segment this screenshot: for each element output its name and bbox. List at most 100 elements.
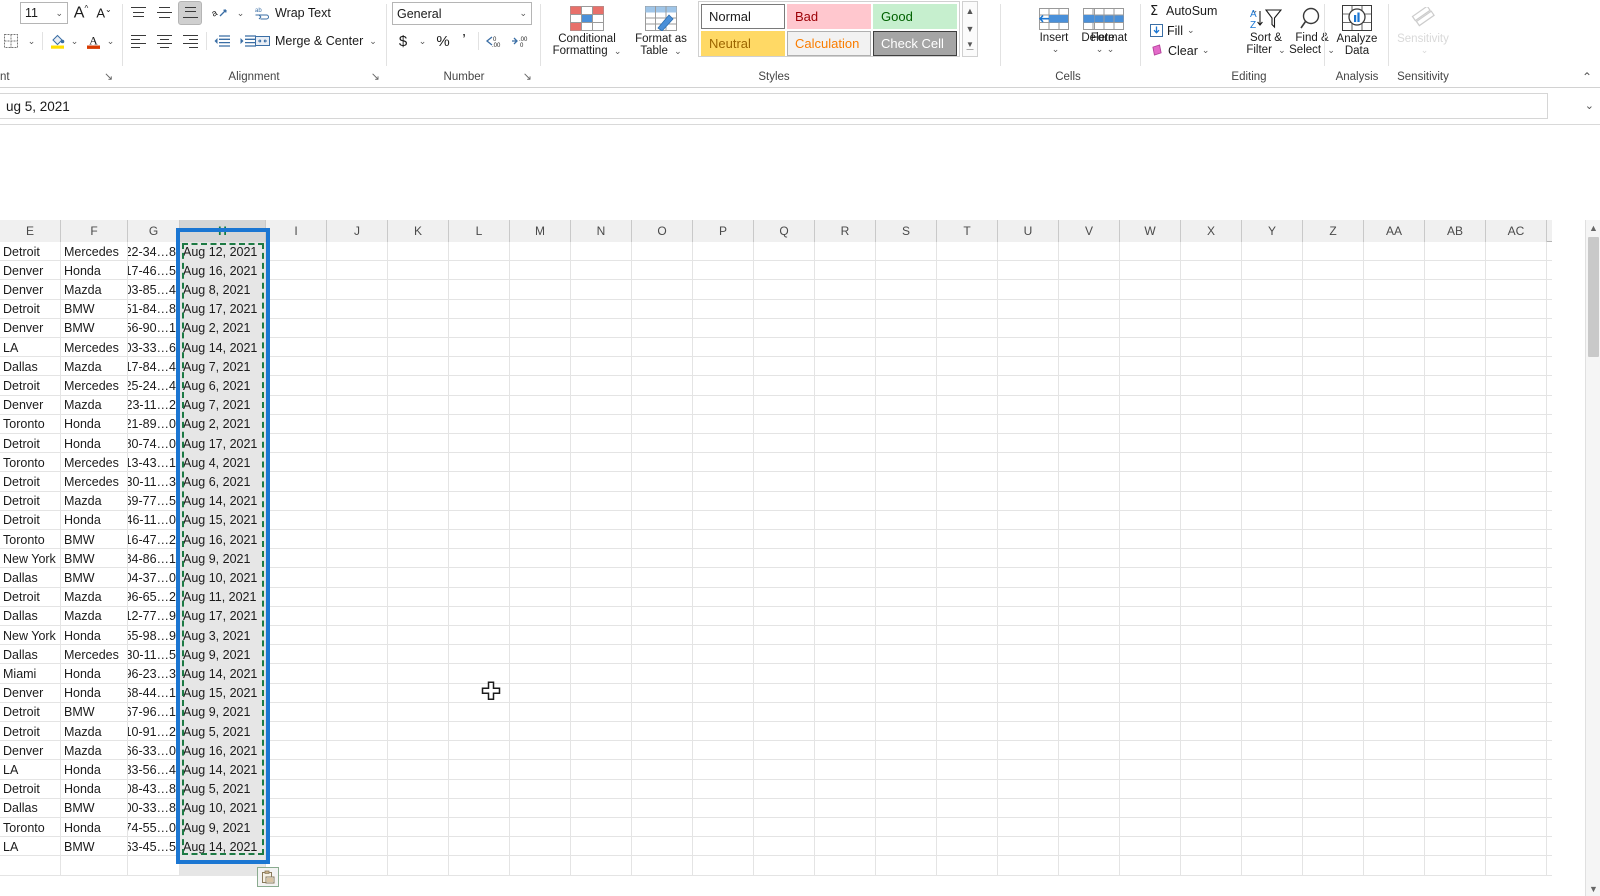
cell-p[interactable] <box>693 760 754 780</box>
cell-p[interactable] <box>693 376 754 396</box>
cell-w[interactable] <box>1120 587 1181 607</box>
cell-aa[interactable] <box>1364 798 1425 818</box>
cell-k[interactable] <box>388 242 449 262</box>
cell-e[interactable] <box>0 856 61 876</box>
table-row[interactable]: vcDetroitHonda1-780-74…0Aug 17, 2021 <box>0 434 1552 454</box>
cell-z[interactable] <box>1303 798 1364 818</box>
cell-v[interactable] <box>1059 683 1120 703</box>
cell-g[interactable]: 1-312-77…9 <box>128 606 180 626</box>
cell-style-normal[interactable]: Normal <box>701 4 785 29</box>
cell-k[interactable] <box>388 818 449 838</box>
cell-n[interactable] <box>571 491 632 511</box>
cell-l[interactable] <box>449 376 510 396</box>
cell-e[interactable]: Miami <box>0 664 61 684</box>
cell-h[interactable]: Aug 15, 2021 <box>180 683 266 703</box>
cell-m[interactable] <box>510 606 571 626</box>
column-header-z[interactable]: Z <box>1303 220 1364 242</box>
cell-x[interactable] <box>1181 779 1242 799</box>
cell-q[interactable] <box>754 606 815 626</box>
cell-o[interactable] <box>632 722 693 742</box>
cell-i[interactable] <box>266 453 327 473</box>
cell-t[interactable] <box>937 414 998 434</box>
table-row[interactable]: r.DetroitBMW1-551-84…8Aug 17, 2021 <box>0 299 1552 319</box>
cell-y[interactable] <box>1242 798 1303 818</box>
cell-ab[interactable] <box>1425 434 1486 454</box>
cell-ac[interactable] <box>1486 645 1547 665</box>
cell-w[interactable] <box>1120 261 1181 281</box>
cell-l[interactable] <box>449 453 510 473</box>
cell-w[interactable] <box>1120 760 1181 780</box>
cell-r[interactable] <box>815 837 876 857</box>
cell-x[interactable] <box>1181 242 1242 262</box>
cell-u[interactable] <box>998 818 1059 838</box>
cell-ac[interactable] <box>1486 510 1547 530</box>
cell-j[interactable] <box>327 837 388 857</box>
cell-ac[interactable] <box>1486 683 1547 703</box>
cell-h[interactable]: Aug 10, 2021 <box>180 798 266 818</box>
cell-k[interactable] <box>388 664 449 684</box>
expand-formula-bar-button[interactable]: ⌄ <box>1585 99 1594 112</box>
cell-w[interactable] <box>1120 530 1181 550</box>
cell-s[interactable] <box>876 318 937 338</box>
cell-j[interactable] <box>327 299 388 319</box>
cell-j[interactable] <box>327 261 388 281</box>
cell-y[interactable] <box>1242 606 1303 626</box>
cell-s[interactable] <box>876 357 937 377</box>
cell-s[interactable] <box>876 779 937 799</box>
cell-e[interactable]: Detroit <box>0 491 61 511</box>
cell-p[interactable] <box>693 395 754 415</box>
cell-z[interactable] <box>1303 683 1364 703</box>
cell-aa[interactable] <box>1364 453 1425 473</box>
cell-s[interactable] <box>876 837 937 857</box>
cell-g[interactable]: 1-568-44…1 <box>128 683 180 703</box>
cell-n[interactable] <box>571 798 632 818</box>
cell-m[interactable] <box>510 702 571 722</box>
cell-w[interactable] <box>1120 702 1181 722</box>
cell-l[interactable] <box>449 779 510 799</box>
borders-icon[interactable] <box>0 30 22 52</box>
cell-o[interactable] <box>632 530 693 550</box>
cell-y[interactable] <box>1242 549 1303 569</box>
cell-s[interactable] <box>876 453 937 473</box>
cell-l[interactable] <box>449 491 510 511</box>
cell-x[interactable] <box>1181 568 1242 588</box>
cell-u[interactable] <box>998 645 1059 665</box>
cell-w[interactable] <box>1120 395 1181 415</box>
cell-x[interactable] <box>1181 741 1242 761</box>
cell-ac[interactable] <box>1486 434 1547 454</box>
cell-ab[interactable] <box>1425 414 1486 434</box>
cell-f[interactable]: BMW <box>61 530 128 550</box>
insert-cells-button[interactable]: Insert ⌄ <box>1034 1 1074 61</box>
column-header-j[interactable]: J <box>327 220 388 242</box>
cell-z[interactable] <box>1303 856 1364 876</box>
cell-j[interactable] <box>327 376 388 396</box>
cell-y[interactable] <box>1242 683 1303 703</box>
cell-v[interactable] <box>1059 434 1120 454</box>
cell-aa[interactable] <box>1364 280 1425 300</box>
comma-style-button[interactable]: ’ <box>454 30 474 52</box>
cell-w[interactable] <box>1120 568 1181 588</box>
table-row[interactable] <box>0 856 1552 876</box>
cell-e[interactable]: Denver <box>0 683 61 703</box>
column-header-o[interactable]: O <box>632 220 693 242</box>
cell-e[interactable]: LA <box>0 760 61 780</box>
cell-l[interactable] <box>449 702 510 722</box>
table-row[interactable]: nMiamiHonda1-196-23…3Aug 14, 2021 <box>0 664 1552 684</box>
cell-g[interactable]: 1-304-37…0 <box>128 568 180 588</box>
cell-m[interactable] <box>510 299 571 319</box>
cell-j[interactable] <box>327 856 388 876</box>
cell-ac[interactable] <box>1486 530 1547 550</box>
cell-l[interactable] <box>449 434 510 454</box>
column-header-k[interactable]: K <box>388 220 449 242</box>
cell-n[interactable] <box>571 760 632 780</box>
cell-q[interactable] <box>754 472 815 492</box>
cell-k[interactable] <box>388 376 449 396</box>
align-bottom-icon[interactable] <box>178 1 202 25</box>
cell-g[interactable]: 1-530-11…3 <box>128 472 180 492</box>
table-row[interactable]: u.New YorkBMW1-884-86…1Aug 9, 2021 <box>0 549 1552 569</box>
cell-i[interactable] <box>266 261 327 281</box>
table-row[interactable]: riTorontoHonda1-721-89…0Aug 2, 2021 <box>0 414 1552 434</box>
cell-k[interactable] <box>388 741 449 761</box>
cell-t[interactable] <box>937 741 998 761</box>
cell-l[interactable] <box>449 837 510 857</box>
